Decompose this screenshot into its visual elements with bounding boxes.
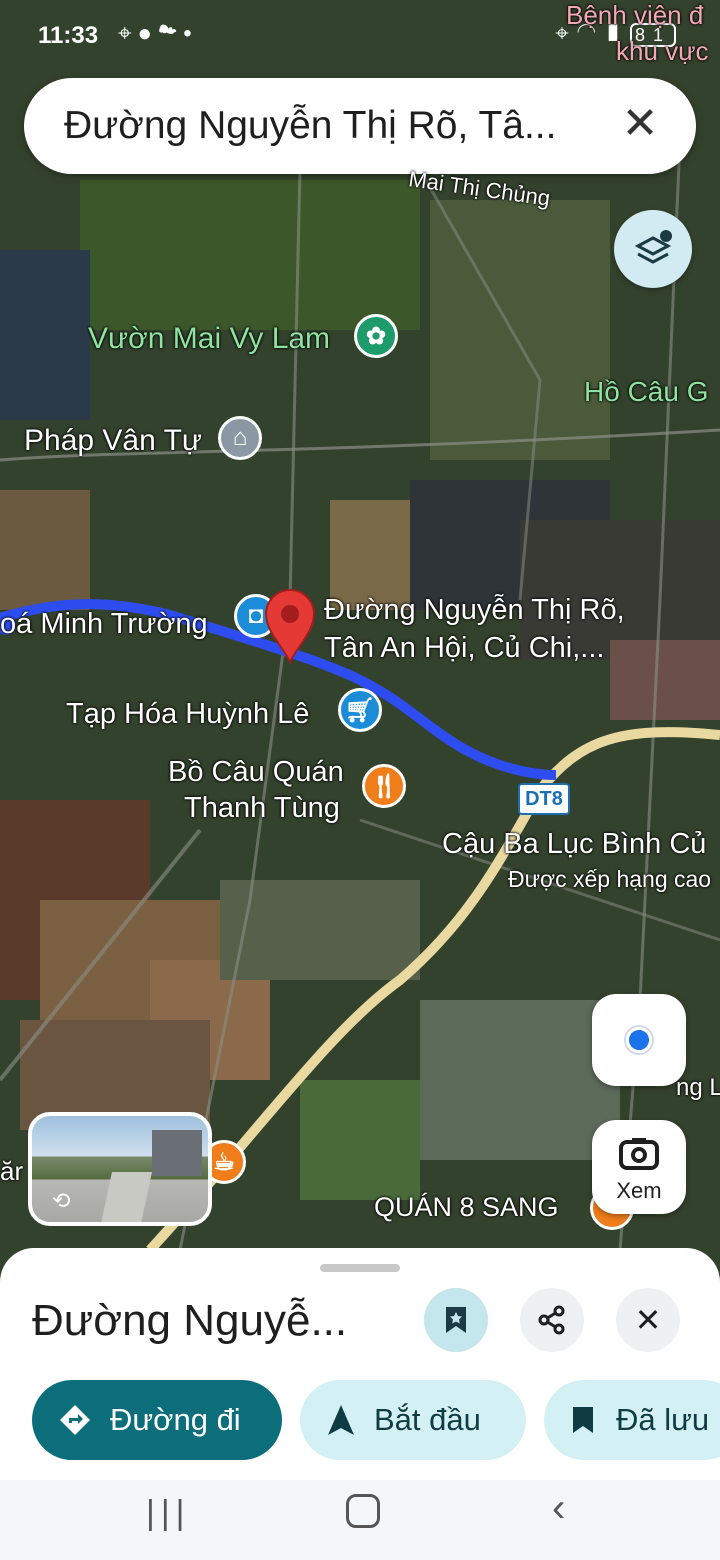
recents-icon[interactable]: ||| xyxy=(146,1494,191,1533)
share-icon xyxy=(538,1305,565,1335)
layers-button[interactable] xyxy=(614,210,692,288)
layers-icon xyxy=(634,230,672,264)
directions-icon xyxy=(60,1405,90,1435)
directions-button[interactable]: Đường đi xyxy=(32,1380,282,1460)
label-minh-truong[interactable]: oá Minh Trường xyxy=(0,608,208,641)
camera-icon xyxy=(619,1138,659,1170)
label-edge-left: ăr xyxy=(0,1156,24,1186)
shopping-cart-icon[interactable]: 🛒︎ xyxy=(338,688,382,732)
lens-label: Xem xyxy=(616,1178,662,1203)
flower-icon[interactable]: ✿ xyxy=(354,314,398,358)
pin-label-line2: Tân An Hội, Củ Chi,... xyxy=(324,632,605,664)
start-label: Bắt đầu xyxy=(374,1402,481,1437)
saved-label: Đã lưu xyxy=(616,1402,710,1437)
location-pin-icon[interactable] xyxy=(264,588,316,664)
restaurant-icon[interactable]: 🍴︎ xyxy=(362,764,406,808)
my-location-icon xyxy=(626,1027,652,1053)
label-xep-hang: Được xếp hạng cao xyxy=(508,866,712,892)
label-edge-right: ng L xyxy=(676,1074,720,1101)
search-bar[interactable]: Đường Nguyễn Thị Rõ, Tâ... ✕ xyxy=(24,78,696,174)
label-hospital-2: khu vực xyxy=(616,36,709,66)
bookmark-icon xyxy=(446,1307,466,1333)
bookmark-icon xyxy=(573,1407,593,1433)
label-quan-8-sang[interactable]: QUÁN 8 SANG xyxy=(374,1192,559,1223)
road-shield-dt8: DT8 xyxy=(518,783,570,815)
close-icon[interactable]: ✕ xyxy=(614,98,666,150)
sheet-handle[interactable] xyxy=(320,1264,400,1272)
close-button[interactable]: ✕ xyxy=(616,1288,680,1352)
pin-label-line1: Đường Nguyễn Thị Rõ, xyxy=(324,594,625,626)
label-cau-ba[interactable]: Cậu Ba Lục Bình Củ xyxy=(442,828,706,861)
start-button[interactable]: Bắt đầu xyxy=(300,1380,526,1460)
saved-button[interactable]: Đã lưu xyxy=(544,1380,720,1460)
label-hospital[interactable]: Bệnh viện đ xyxy=(566,0,703,31)
back-icon[interactable]: ‹ xyxy=(552,1486,565,1531)
lens-button[interactable]: Xem xyxy=(592,1120,686,1214)
directions-label: Đường đi xyxy=(110,1402,241,1437)
label-bo-cau-2: Thanh Tùng xyxy=(184,792,340,824)
home-icon[interactable] xyxy=(346,1494,380,1528)
search-query[interactable]: Đường Nguyễn Thị Rõ, Tâ... xyxy=(64,104,604,148)
street-view-thumbnail[interactable]: ⟲ xyxy=(28,1112,212,1226)
label-huynh-le[interactable]: Tạp Hóa Huỳnh Lê xyxy=(66,698,309,731)
my-location-button[interactable] xyxy=(592,994,686,1086)
system-nav-bar: ||| ‹ xyxy=(0,1480,720,1560)
rotate-icon: ⟲ xyxy=(52,1188,71,1213)
place-title: Đường Nguyễ... xyxy=(32,1296,348,1345)
status-left-icons: ⌖●☁• xyxy=(118,20,198,48)
label-phap-van-tu[interactable]: Pháp Vân Tự xyxy=(24,424,202,458)
location-icon: ⌖ xyxy=(118,20,138,47)
cloud-icon: ☁ xyxy=(158,20,184,47)
label-ho-cau[interactable]: Hồ Câu G xyxy=(584,376,709,408)
label-vuon-mai-vy-lam[interactable]: Vườn Mai Vy Lam xyxy=(88,322,330,356)
label-bo-cau-1[interactable]: Bồ Câu Quán xyxy=(168,756,344,789)
chat-icon: ● xyxy=(137,20,159,47)
navigation-arrow-icon xyxy=(328,1405,354,1435)
dot-icon: • xyxy=(183,20,198,47)
status-time: 11:33 xyxy=(38,22,99,49)
close-icon: ✕ xyxy=(634,1302,662,1338)
share-button[interactable] xyxy=(520,1288,584,1352)
temple-icon[interactable]: ⌂ xyxy=(218,416,262,460)
save-button[interactable] xyxy=(424,1288,488,1352)
